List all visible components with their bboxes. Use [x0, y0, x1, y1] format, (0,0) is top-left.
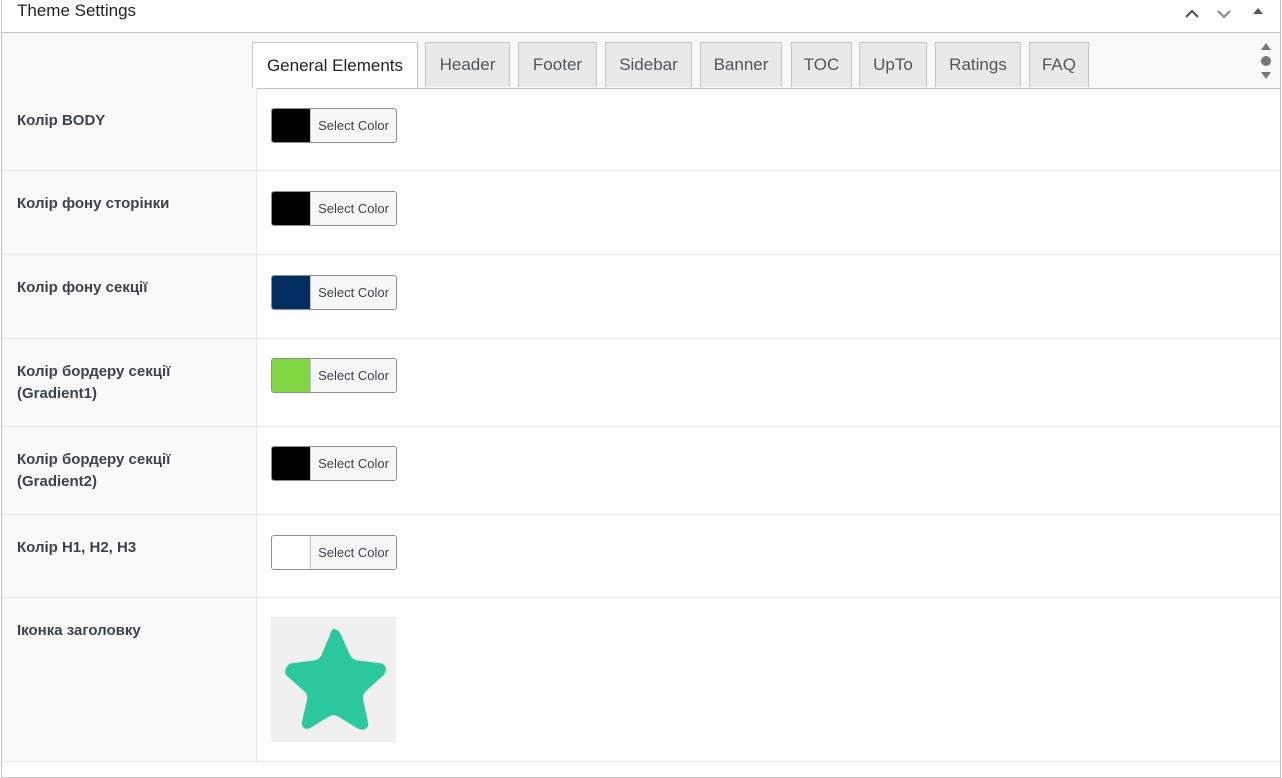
tab-bar: General Elements Header Footer Sidebar B…	[2, 33, 1280, 89]
setting-row-section-border-gradient1: Колір бордеру секції (Gradient1) Select …	[2, 339, 1280, 427]
select-color-label: Select Color	[318, 368, 389, 383]
collapse-toggle-icon[interactable]	[1245, 1, 1271, 27]
settings-rows: Колір BODY Select Color Колір фону сторі…	[2, 88, 1280, 762]
select-color-label: Select Color	[318, 118, 389, 133]
setting-row-section-bg-color: Колір фону секції Select Color	[2, 255, 1280, 339]
tab-scroller[interactable]	[1258, 37, 1274, 85]
select-color-button[interactable]: Select Color	[271, 191, 397, 226]
tab-faq[interactable]: FAQ	[1029, 42, 1089, 87]
scroll-up-icon	[1261, 43, 1271, 50]
setting-label: Колір BODY	[17, 112, 106, 129]
select-color-label: Select Color	[318, 456, 389, 471]
setting-row-page-bg-color: Колір фону сторінки Select Color	[2, 171, 1280, 255]
move-down-icon[interactable]	[1211, 1, 1237, 27]
setting-row-heading-icon: Іконка заголовку	[2, 598, 1280, 762]
setting-label: Колір бордеру секції (Gradient1)	[17, 363, 171, 402]
select-color-button[interactable]: Select Color	[271, 108, 397, 143]
tab-banner[interactable]: Banner	[700, 42, 782, 87]
tab-upto[interactable]: UpTo	[859, 42, 927, 87]
setting-label: Колір фону сторінки	[17, 195, 170, 212]
scroll-down-icon	[1261, 72, 1271, 79]
move-up-icon[interactable]	[1179, 1, 1205, 27]
heading-icon-preview[interactable]	[271, 617, 396, 742]
select-color-button[interactable]: Select Color	[271, 535, 397, 570]
color-swatch	[272, 276, 311, 309]
select-color-label: Select Color	[318, 285, 389, 300]
setting-label: Іконка заголовку	[17, 622, 141, 639]
select-color-label: Select Color	[318, 545, 389, 560]
scroll-dot-icon	[1261, 56, 1271, 66]
setting-label: Колір бордеру секції (Gradient2)	[17, 451, 171, 490]
color-swatch	[272, 192, 311, 225]
star-icon	[285, 629, 386, 730]
color-swatch	[272, 359, 311, 392]
panel-title: Theme Settings	[17, 1, 137, 20]
setting-row-body-color: Колір BODY Select Color	[2, 88, 1280, 171]
panel-header: Theme Settings	[2, 0, 1280, 33]
tab-header[interactable]: Header	[425, 42, 510, 87]
select-color-button[interactable]: Select Color	[271, 275, 397, 310]
tab-ratings[interactable]: Ratings	[935, 42, 1021, 87]
setting-row-heading-color: Колір H1, H2, H3 Select Color	[2, 515, 1280, 598]
setting-label: Колір фону секції	[17, 279, 148, 296]
tab-sidebar[interactable]: Sidebar	[605, 42, 692, 87]
tab-footer[interactable]: Footer	[518, 42, 597, 87]
setting-row-section-border-gradient2: Колір бордеру секції (Gradient2) Select …	[2, 427, 1280, 515]
color-swatch	[272, 447, 311, 480]
select-color-label: Select Color	[318, 201, 389, 216]
setting-label: Колір H1, H2, H3	[17, 539, 137, 556]
color-swatch	[272, 109, 311, 142]
tab-toc[interactable]: TOC	[791, 42, 852, 87]
color-swatch	[272, 536, 311, 569]
select-color-button[interactable]: Select Color	[271, 358, 397, 393]
theme-settings-panel: Theme Settings General Elements Header F…	[1, 0, 1281, 778]
tab-general-elements[interactable]: General Elements	[252, 42, 418, 88]
select-color-button[interactable]: Select Color	[271, 446, 397, 481]
